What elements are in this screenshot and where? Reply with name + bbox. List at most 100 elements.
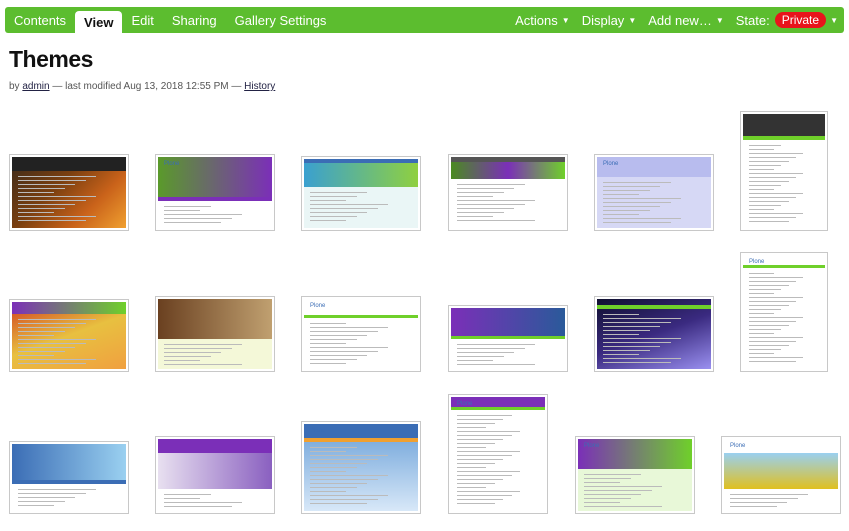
gallery-thumbnail[interactable]: Plone (301, 421, 421, 514)
thumbnail-text-line (584, 494, 641, 495)
thumbnail-text-line (457, 491, 520, 492)
gallery-thumbnail[interactable]: Plone (740, 252, 828, 372)
thumbnail-text-line (457, 431, 520, 432)
thumbnail-text-line (603, 214, 639, 215)
thumbnail-image (12, 157, 126, 228)
thumbnail-banner (597, 157, 711, 177)
thumbnail-banner (12, 302, 126, 314)
gallery-thumbnail[interactable]: Plone (575, 436, 695, 514)
thumbnail-banner (743, 136, 825, 140)
thumbnail-text-line (603, 186, 660, 187)
thumbnail-text-line (603, 314, 639, 315)
gallery-thumbnail[interactable] (448, 305, 568, 372)
thumbnail-text-line (310, 363, 346, 364)
thumbnail-text-line (603, 358, 681, 359)
thumbnail-text-line (603, 190, 650, 191)
thumbnail-text-line (749, 201, 789, 202)
gallery-thumbnail[interactable]: Plone (448, 394, 548, 514)
thumbnail-text-line (18, 343, 86, 344)
thumbnail-text-line (310, 355, 367, 356)
thumbnail-text-line (457, 467, 486, 468)
actions-menu[interactable]: Actions ▼ (509, 7, 576, 33)
thumbnail-text-line (603, 362, 671, 363)
tab-view[interactable]: View (75, 11, 123, 33)
thumbnail-banner (158, 453, 272, 489)
thumbnail-text-line (730, 498, 798, 499)
thumbnail-banner (743, 265, 825, 268)
thumbnail-text-line (457, 188, 514, 189)
display-menu-label: Display (581, 12, 625, 28)
thumbnail-text-line (457, 455, 512, 456)
thumbnail-text-line (603, 210, 650, 211)
thumbnail-text-line (749, 213, 803, 214)
tab-edit[interactable]: Edit (122, 7, 162, 33)
tab-sharing[interactable]: Sharing (163, 7, 226, 33)
add-new-menu[interactable]: Add new… ▼ (642, 7, 730, 33)
thumbnail-image: Plone (743, 255, 825, 369)
author-link[interactable]: admin (22, 81, 49, 92)
thumbnail-text-line (164, 218, 232, 219)
thumbnail-banner (451, 336, 565, 339)
thumbnail-text-line (164, 210, 200, 211)
thumbnail-banner (158, 197, 272, 201)
gallery-thumbnail[interactable] (155, 436, 275, 514)
gallery-thumbnail[interactable] (9, 441, 129, 514)
thumbnail-text-line (457, 475, 512, 476)
thumbnail-text-line (310, 499, 378, 500)
thumbnail-text-line (310, 503, 367, 504)
thumbnail-image (158, 299, 272, 369)
thumbnail-image: Plone (578, 439, 692, 511)
thumbnail-text-line (749, 209, 774, 210)
thumbnail-text-line (457, 459, 503, 460)
thumbnail-text-line (749, 173, 803, 174)
gallery-thumbnail[interactable]: Plone (594, 154, 714, 231)
thumbnail-text-line (310, 343, 346, 344)
gallery-thumbnail[interactable]: Plone (155, 154, 275, 231)
thumbnail-text-line (310, 475, 388, 476)
thumbnail-text-line (457, 356, 504, 357)
thumbnail-text-line (164, 502, 242, 503)
thumbnail-banner (12, 444, 126, 480)
thumbnail-text-line (18, 327, 75, 328)
gallery-thumbnail[interactable] (594, 296, 714, 372)
thumbnail-text-line (584, 478, 631, 479)
thumbnail-text-line (310, 216, 357, 217)
gallery-thumbnail[interactable] (155, 296, 275, 372)
history-link[interactable]: History (244, 81, 275, 92)
chevron-down-icon: ▼ (830, 15, 838, 25)
thumbnail-text-line (18, 204, 75, 205)
edit-toolbar: Contents View Edit Sharing Gallery Setti… (5, 7, 844, 33)
tab-contents[interactable]: Contents (5, 7, 75, 33)
thumbnail-text-line (749, 353, 774, 354)
thumbnail-text-line (310, 323, 346, 324)
thumbnail-text-line (749, 361, 796, 362)
display-menu[interactable]: Display ▼ (576, 7, 643, 33)
gallery-thumbnail[interactable] (9, 299, 129, 372)
thumbnail-text-line (164, 356, 211, 357)
thumbnail-image (12, 444, 126, 511)
gallery-thumbnail[interactable]: Plone (301, 296, 421, 372)
thumbnail-text-line (457, 192, 504, 193)
tab-gallery-settings[interactable]: Gallery Settings (226, 7, 336, 33)
thumbnail-text-line (457, 204, 525, 205)
thumbnail-text-line (310, 463, 367, 464)
thumbnail-text-line (310, 335, 367, 336)
gallery-thumbnail[interactable]: Plone (721, 436, 841, 514)
thumbnail-banner (12, 480, 126, 484)
state-menu[interactable]: State: Private ▼ (730, 7, 844, 33)
thumbnail-text-line (18, 335, 54, 336)
thumbnail-text-line (18, 220, 86, 221)
thumbnail-text-line (603, 354, 639, 355)
thumbnail-text-line (749, 193, 803, 194)
thumbnail-text-line (457, 415, 512, 416)
gallery-thumbnail[interactable] (740, 111, 828, 231)
gallery-thumbnail[interactable] (448, 154, 568, 231)
thumbnail-text-line (18, 212, 54, 213)
thumbnail-text-line (310, 220, 346, 221)
plone-logo: Plone (749, 259, 765, 265)
thumbnail-text-line (18, 497, 75, 498)
gallery-thumbnail[interactable] (9, 154, 129, 231)
thumbnail-text-line (603, 218, 681, 219)
thumbnail-text-line (310, 451, 346, 452)
gallery-thumbnail[interactable] (301, 156, 421, 231)
